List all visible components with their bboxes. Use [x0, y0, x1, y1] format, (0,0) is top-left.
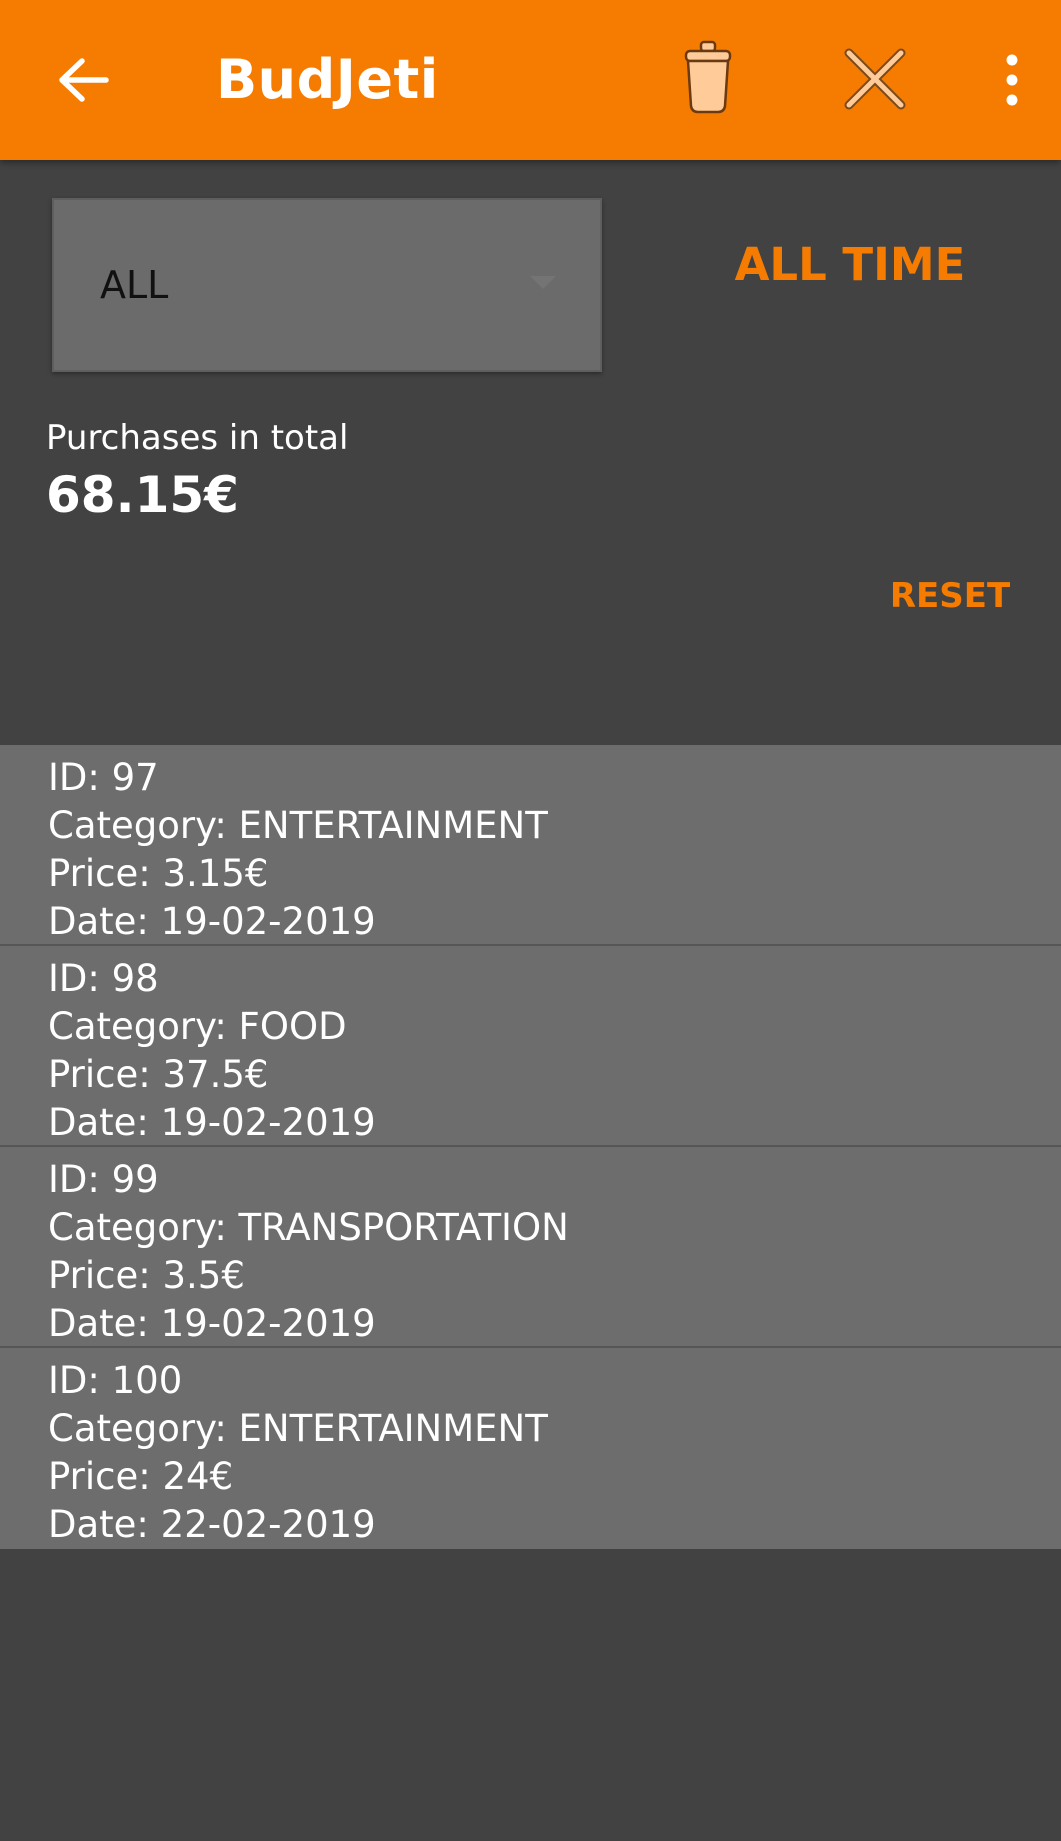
purchase-category: Category: ENTERTAINMENT — [48, 1407, 548, 1450]
purchase-row[interactable]: ID: 100 Category: ENTERTAINMENT Price: 2… — [0, 1348, 1061, 1549]
purchase-row[interactable]: ID: 99 Category: TRANSPORTATION Price: 3… — [0, 1147, 1061, 1348]
back-button[interactable] — [52, 40, 116, 120]
purchase-date: Date: 19-02-2019 — [48, 1101, 376, 1144]
trash-can-icon — [684, 40, 732, 114]
purchase-list: ID: 97 Category: ENTERTAINMENT Price: 3.… — [0, 745, 1061, 1549]
app-bar: BudJeti — [0, 0, 1061, 160]
purchase-date: Date: 22-02-2019 — [48, 1503, 376, 1546]
purchase-date: Date: 19-02-2019 — [48, 900, 376, 943]
category-dropdown-value: ALL — [100, 263, 169, 307]
close-button[interactable] — [838, 40, 912, 118]
dropdown-arrow-icon — [530, 276, 556, 289]
period-button[interactable]: ALL TIME — [700, 238, 1000, 291]
total-label: Purchases in total — [46, 418, 349, 458]
total-amount: 68.15€ — [46, 466, 239, 524]
arrow-back-icon — [59, 58, 109, 102]
purchase-id: ID: 100 — [48, 1359, 183, 1402]
purchase-id: ID: 98 — [48, 957, 159, 1000]
purchase-price: Price: 3.15€ — [48, 852, 269, 895]
purchase-price: Price: 37.5€ — [48, 1053, 269, 1096]
purchase-price: Price: 24€ — [48, 1455, 234, 1498]
purchase-row[interactable]: ID: 98 Category: FOOD Price: 37.5€ Date:… — [0, 946, 1061, 1147]
app-title: BudJeti — [216, 48, 439, 111]
purchase-price: Price: 3.5€ — [48, 1254, 245, 1297]
purchase-id: ID: 99 — [48, 1158, 159, 1201]
purchase-date: Date: 19-02-2019 — [48, 1302, 376, 1345]
purchase-category: Category: TRANSPORTATION — [48, 1206, 569, 1249]
overflow-menu-button[interactable] — [988, 40, 1036, 120]
category-dropdown[interactable]: ALL — [52, 198, 602, 372]
purchase-row[interactable]: ID: 97 Category: ENTERTAINMENT Price: 3.… — [0, 745, 1061, 946]
reset-button[interactable]: RESET — [880, 576, 1020, 616]
close-x-icon — [844, 48, 906, 110]
more-vert-icon — [1006, 54, 1018, 106]
purchase-id: ID: 97 — [48, 756, 159, 799]
purchase-category: Category: ENTERTAINMENT — [48, 804, 548, 847]
delete-all-button[interactable] — [672, 32, 744, 122]
purchase-category: Category: FOOD — [48, 1005, 347, 1048]
